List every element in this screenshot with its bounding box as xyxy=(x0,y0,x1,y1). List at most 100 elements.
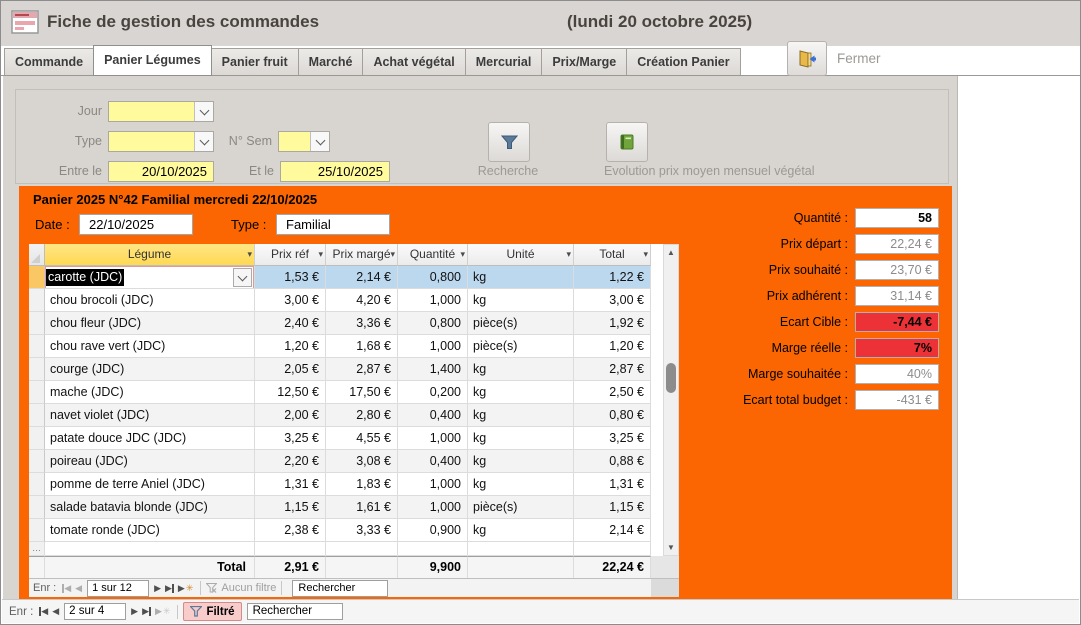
total-cell[interactable]: 3,25 € xyxy=(574,427,651,450)
prix-marge-cell[interactable]: 2,14 € xyxy=(326,266,398,289)
recherche-button[interactable] xyxy=(488,122,530,162)
legume-cell[interactable]: patate douce JDC (JDC) patate douce JDC … xyxy=(45,427,255,450)
legume-cell[interactable]: courge (JDC) courge (JDC) xyxy=(45,358,255,381)
column-dropdown-icon[interactable]: ▾ xyxy=(318,244,323,265)
prix-marge-cell[interactable]: 3,33 € xyxy=(326,519,398,542)
tab[interactable]: Panier Légumes xyxy=(93,45,212,76)
table-row[interactable]: patate douce JDC (JDC) patate douce JDC … xyxy=(29,427,679,450)
tab[interactable]: Marché xyxy=(298,48,364,75)
total-cell[interactable]: 2,50 € xyxy=(574,381,651,404)
chevron-down-icon[interactable] xyxy=(194,102,213,121)
quantite-cell[interactable]: 1,400 xyxy=(398,358,468,381)
table-row[interactable]: chou brocoli (JDC) chou brocoli (JDC) 3,… xyxy=(29,289,679,312)
column-header-unite[interactable]: Unité▾ xyxy=(468,244,574,266)
legume-cell[interactable]: chou fleur (JDC) chou fleur (JDC) xyxy=(45,312,255,335)
column-header-quantite[interactable]: Quantité▾ xyxy=(398,244,468,266)
prix-marge-cell[interactable]: 2,87 € xyxy=(326,358,398,381)
prix-ref-cell[interactable]: 2,40 € xyxy=(255,312,326,335)
tab[interactable]: Mercurial xyxy=(465,48,543,75)
prix-ref-cell[interactable]: 3,00 € xyxy=(255,289,326,312)
quantite-cell[interactable]: 0,800 xyxy=(398,312,468,335)
column-dropdown-icon[interactable]: ▾ xyxy=(643,244,648,265)
legume-cell[interactable]: navet violet (JDC) navet violet (JDC) xyxy=(45,404,255,427)
row-selector[interactable] xyxy=(29,427,45,450)
total-cell[interactable]: 3,00 € xyxy=(574,289,651,312)
total-cell[interactable]: 2,87 € xyxy=(574,358,651,381)
prix-ref-cell[interactable]: 1,15 € xyxy=(255,496,326,519)
subform-search-input[interactable]: Rechercher xyxy=(292,580,388,597)
quantite-cell[interactable]: 1,000 xyxy=(398,427,468,450)
prix-marge-cell[interactable]: 2,80 € xyxy=(326,404,398,427)
prix-ref-cell[interactable]: 2,05 € xyxy=(255,358,326,381)
legume-cell[interactable]: mache (JDC) mache (JDC) xyxy=(45,381,255,404)
chevron-down-icon[interactable] xyxy=(310,132,329,151)
total-cell[interactable]: 1,31 € xyxy=(574,473,651,496)
last-record-button[interactable]: ▶ xyxy=(142,606,151,617)
prix-marge-cell[interactable]: 3,08 € xyxy=(326,450,398,473)
prix-ref-cell[interactable]: 12,50 € xyxy=(255,381,326,404)
legume-combo-editor[interactable]: carotte (JDC) xyxy=(45,266,254,289)
column-dropdown-icon[interactable]: ▾ xyxy=(390,244,395,265)
prix-ref-cell[interactable]: 1,31 € xyxy=(255,473,326,496)
table-row[interactable]: chou fleur (JDC) chou fleur (JDC) 2,40 €… xyxy=(29,312,679,335)
table-row[interactable]: navet violet (JDC) navet violet (JDC) 2,… xyxy=(29,404,679,427)
prix-ref-cell[interactable]: 1,53 € xyxy=(255,266,326,289)
previous-record-button[interactable]: ◀ xyxy=(52,606,59,617)
column-header-prix-ref[interactable]: Prix réf▾ xyxy=(255,244,326,266)
total-cell[interactable]: 1,20 € xyxy=(574,335,651,358)
row-selector[interactable] xyxy=(29,473,45,496)
table-row[interactable]: poireau (JDC) poireau (JDC) 2,20 € 3,08 … xyxy=(29,450,679,473)
table-row[interactable]: carotte (JDC) carotte (JDC) 1,53 € 2,14 … xyxy=(29,266,679,289)
row-selector[interactable] xyxy=(29,519,45,542)
prix-marge-cell[interactable]: 4,55 € xyxy=(326,427,398,450)
legume-cell[interactable]: salade batavia blonde (JDC) salade batav… xyxy=(45,496,255,519)
record-position-box[interactable]: 1 sur 12 xyxy=(87,580,149,597)
form-search-input[interactable]: Rechercher xyxy=(247,603,343,620)
total-cell[interactable]: 1,22 € xyxy=(574,266,651,289)
total-cell[interactable]: 0,88 € xyxy=(574,450,651,473)
quantite-cell[interactable]: 0,400 xyxy=(398,450,468,473)
unite-cell[interactable]: kg xyxy=(468,450,574,473)
quantite-cell[interactable]: 0,200 xyxy=(398,381,468,404)
row-selector[interactable] xyxy=(29,496,45,519)
evolution-prix-button[interactable] xyxy=(606,122,648,162)
prix-marge-cell[interactable]: 1,83 € xyxy=(326,473,398,496)
unite-cell[interactable]: kg xyxy=(468,404,574,427)
close-form-button[interactable] xyxy=(787,41,827,76)
tab[interactable]: Prix/Marge xyxy=(541,48,627,75)
row-selector[interactable] xyxy=(29,312,45,335)
prix-marge-cell[interactable]: 3,36 € xyxy=(326,312,398,335)
row-selector[interactable] xyxy=(29,335,45,358)
row-selector[interactable] xyxy=(29,289,45,312)
quantite-value[interactable]: 58 xyxy=(855,208,939,228)
total-cell[interactable]: 0,80 € xyxy=(574,404,651,427)
first-record-button[interactable]: ◀ xyxy=(62,583,71,594)
row-selector[interactable] xyxy=(29,450,45,473)
next-record-button[interactable]: ▶ xyxy=(154,583,161,594)
prix-ref-cell[interactable]: 2,38 € xyxy=(255,519,326,542)
prix-ref-cell[interactable]: 2,20 € xyxy=(255,450,326,473)
datasheet-corner-selector[interactable] xyxy=(29,244,45,266)
tab[interactable]: Commande xyxy=(4,48,94,75)
unite-cell[interactable]: pièce(s) xyxy=(468,312,574,335)
type-combo[interactable] xyxy=(108,131,214,152)
row-selector[interactable] xyxy=(29,381,45,404)
date-debut-field[interactable]: 20/10/2025 xyxy=(108,161,214,182)
unite-cell[interactable]: kg xyxy=(468,473,574,496)
new-record-row[interactable]: … xyxy=(29,542,679,556)
prix-marge-cell[interactable]: 1,61 € xyxy=(326,496,398,519)
unite-cell[interactable]: kg xyxy=(468,289,574,312)
table-row[interactable]: salade batavia blonde (JDC) salade batav… xyxy=(29,496,679,519)
tab[interactable]: Création Panier xyxy=(626,48,740,75)
num-semaine-combo[interactable] xyxy=(278,131,330,152)
quantite-cell[interactable]: 0,400 xyxy=(398,404,468,427)
column-header-prix-marge[interactable]: Prix margé▾ xyxy=(326,244,398,266)
total-cell[interactable]: 2,14 € xyxy=(574,519,651,542)
prix-marge-cell[interactable]: 4,20 € xyxy=(326,289,398,312)
total-cell[interactable]: 1,92 € xyxy=(574,312,651,335)
legume-cell[interactable]: poireau (JDC) poireau (JDC) xyxy=(45,450,255,473)
legume-cell[interactable]: pomme de terre Aniel (JDC) pomme de terr… xyxy=(45,473,255,496)
record-position-box[interactable]: 2 sur 4 xyxy=(64,603,126,620)
legume-cell[interactable]: tomate ronde (JDC) tomate ronde (JDC) xyxy=(45,519,255,542)
tab[interactable]: Achat végétal xyxy=(362,48,465,75)
